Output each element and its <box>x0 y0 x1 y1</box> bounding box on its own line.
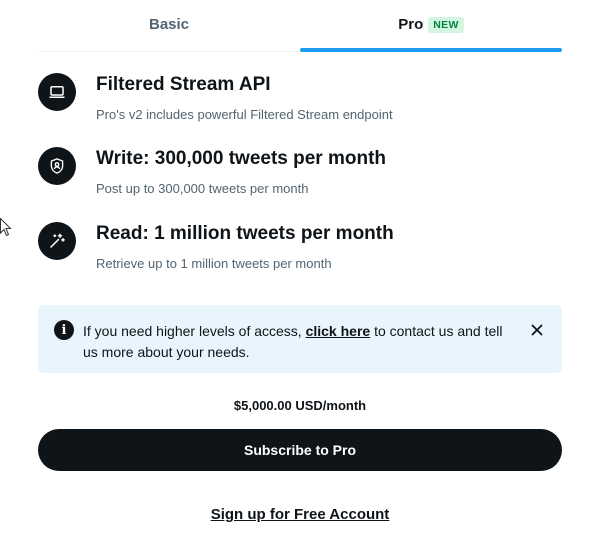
tab-pro-label: Pro <box>398 16 424 33</box>
tab-pro[interactable]: Pro NEW <box>300 0 562 52</box>
feature-desc: Retrieve up to 1 million tweets per mont… <box>96 256 332 271</box>
mouse-cursor-icon <box>0 218 12 237</box>
tab-basic-label: Basic <box>148 16 190 33</box>
feature-desc: Post up to 300,000 tweets per month <box>96 181 309 196</box>
feature-title: Filtered Stream API <box>96 74 271 95</box>
laptop-icon <box>38 73 76 111</box>
contact-link[interactable]: click here <box>306 323 371 339</box>
new-badge: NEW <box>428 16 464 33</box>
signup-free: Sign up for Free Account <box>38 506 562 523</box>
feature-desc: Pro's v2 includes powerful Filtered Stre… <box>96 107 393 122</box>
shield-person-icon <box>38 147 76 185</box>
signup-free-link[interactable]: Sign up for Free Account <box>211 506 390 523</box>
feature-write: Write: 300,000 tweets per month Post up … <box>38 147 562 207</box>
feature-title: Write: 300,000 tweets per month <box>96 148 387 169</box>
tab-basic[interactable]: Basic <box>38 0 300 51</box>
info-icon: i <box>54 320 74 340</box>
notice-text: If you need higher levels of access, cli… <box>83 321 513 363</box>
close-icon[interactable] <box>526 319 548 341</box>
plan-tabs: Basic Pro NEW <box>38 0 562 52</box>
notice-text-before: If you need higher levels of access, <box>83 323 306 339</box>
price-label: $5,000.00 USD/month <box>233 398 367 413</box>
access-notice: i If you need higher levels of access, c… <box>38 305 562 373</box>
feature-title: Read: 1 million tweets per month <box>96 223 394 244</box>
subscribe-button[interactable]: Subscribe to Pro <box>38 429 562 471</box>
feature-filtered-stream: Filtered Stream API Pro's v2 includes po… <box>38 73 562 133</box>
active-tab-indicator <box>300 48 562 52</box>
feature-read: Read: 1 million tweets per month Retriev… <box>38 222 562 282</box>
magic-wand-icon <box>38 222 76 260</box>
